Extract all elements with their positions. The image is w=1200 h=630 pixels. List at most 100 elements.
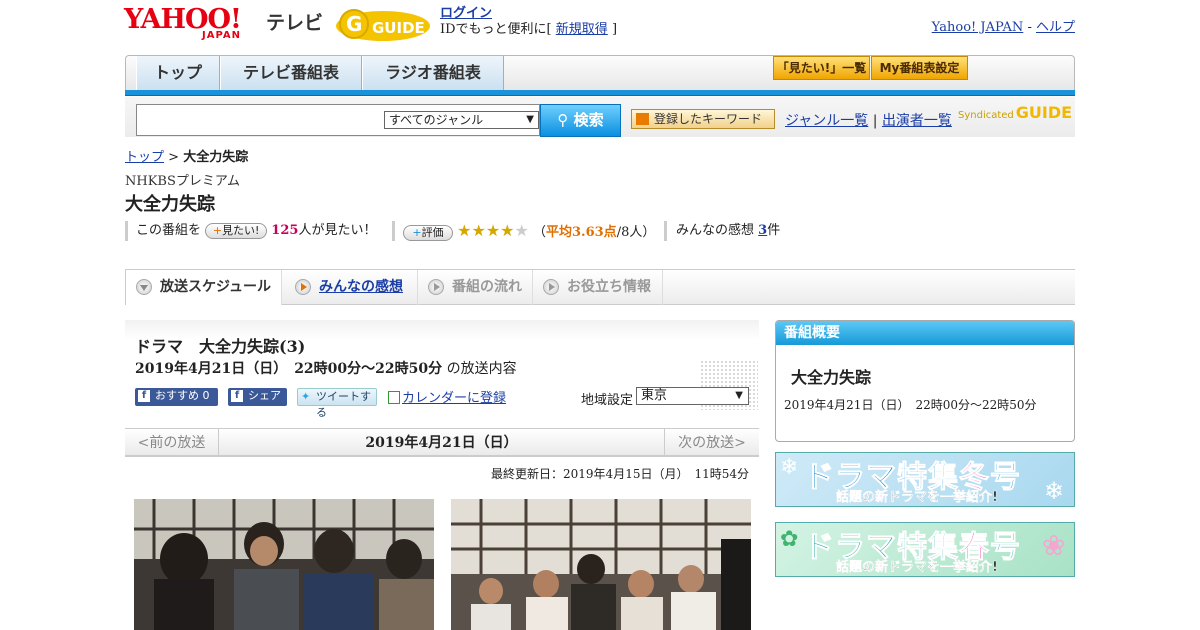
star-icon: ★ bbox=[500, 221, 515, 240]
drama-special-winter-banner[interactable]: ❄ ❄ ドラマ特集冬号 話題の新ドラマを一挙紹介! bbox=[775, 452, 1075, 507]
chevron-down-icon bbox=[636, 113, 649, 125]
tab-schedule-label: 放送スケジュール bbox=[160, 279, 272, 295]
stats-divider bbox=[125, 221, 128, 241]
calendar-register-link[interactable]: カレンダーに登録 bbox=[402, 391, 506, 406]
chevron-down-icon: ▼ bbox=[735, 390, 743, 401]
channel-name: NHKBSプレミアム bbox=[125, 174, 240, 189]
login-link[interactable]: ログイン bbox=[440, 6, 492, 21]
flower-icon: ❀ bbox=[1042, 529, 1066, 562]
registered-keyword-button[interactable]: 登録したキーワード bbox=[631, 109, 775, 129]
region-select[interactable]: 東京 ▼ bbox=[636, 387, 749, 405]
last-updated: 最終更新日：2019年4月15日（月） 11時54分 bbox=[491, 467, 749, 481]
syndicated-gguide-text: GUIDE bbox=[1015, 103, 1073, 122]
svg-text:G: G bbox=[346, 12, 362, 36]
mitai-prefix-text: この番組を bbox=[136, 223, 202, 238]
star-icon: ★ bbox=[485, 221, 501, 240]
japan-logo-text: JAPAN bbox=[202, 30, 241, 41]
leaf-icon: ✿ bbox=[780, 527, 799, 552]
broadcast-day-nav: <前の放送 2019年4月21日（日） 次の放送> bbox=[125, 428, 759, 457]
genre-select[interactable]: すべてのジャンル ▼ bbox=[384, 111, 539, 129]
my-table-settings-button[interactable]: My番組表設定 bbox=[871, 56, 968, 80]
region-selected-value: 東京 bbox=[641, 388, 668, 403]
prev-broadcast-link[interactable]: <前の放送 bbox=[125, 429, 219, 457]
stats-divider bbox=[392, 221, 395, 241]
nav-tab-top[interactable]: トップ bbox=[136, 56, 220, 92]
snowflake-icon: ❄ bbox=[1044, 477, 1065, 505]
login-promo-text: IDでもっと便利に[ bbox=[440, 22, 552, 37]
chevron-down-icon: ▼ bbox=[526, 114, 534, 125]
yahoo-japan-link[interactable]: Yahoo! JAPAN bbox=[932, 20, 1024, 35]
facebook-share-button[interactable]: f シェア bbox=[228, 388, 287, 406]
snowflake-icon: ❄ bbox=[780, 455, 799, 480]
tab-flow: 番組の流れ bbox=[418, 270, 533, 305]
rating-button[interactable]: +評価 bbox=[403, 224, 453, 241]
facebook-recommend-button[interactable]: f おすすめ 0 bbox=[135, 388, 218, 406]
plus-icon: + bbox=[412, 225, 422, 239]
login-block: ログイン IDでもっと便利に[ 新規取得 ] bbox=[440, 6, 617, 38]
genre-list-link[interactable]: ジャンル一覧 bbox=[785, 113, 868, 129]
rating-button-label: 評価 bbox=[421, 225, 444, 239]
mitai-list-button[interactable]: 「見たい!」一覧 bbox=[773, 56, 870, 80]
drama-special-spring-banner[interactable]: ✿ ❀ ドラマ特集春号 話題の新ドラマを一挙紹介! bbox=[775, 522, 1075, 577]
gguide-text: GUIDE bbox=[372, 19, 425, 37]
nav-tab-tv[interactable]: テレビ番組表 bbox=[220, 56, 362, 92]
help-link[interactable]: ヘルプ bbox=[1036, 20, 1075, 35]
search-links-pipe: | bbox=[872, 113, 878, 129]
login-promo-end: ] bbox=[611, 22, 618, 37]
nav-accent-bar bbox=[125, 90, 1075, 96]
breadcrumb-top-link[interactable]: トップ bbox=[125, 150, 164, 165]
top-right-links: Yahoo! JAPAN - ヘルプ bbox=[932, 16, 1075, 35]
program-summary-time: 2019年4月21日（日） 22時00分～22時50分 bbox=[784, 398, 1037, 412]
rating-average: 平均3.63点 bbox=[546, 225, 617, 240]
header-separator: - bbox=[1027, 20, 1032, 35]
episode-title: ドラマ 大全力失踪(3) bbox=[135, 337, 306, 356]
impressions-unit: 件 bbox=[767, 223, 781, 238]
scene-photo bbox=[134, 499, 434, 630]
syndicated-text: Syndicated bbox=[958, 110, 1014, 121]
banner-winter-sub-pre: 話題の bbox=[836, 490, 876, 505]
star-icon: ★ bbox=[471, 221, 486, 240]
impressions-label: みんなの感想 bbox=[676, 223, 755, 238]
rating-people: /8人） bbox=[616, 225, 656, 240]
tab-flow-label: 番組の流れ bbox=[452, 279, 522, 295]
mitai-button-label: 見たい! bbox=[222, 223, 260, 237]
search-links: ジャンル一覧 | 出演者一覧 bbox=[785, 110, 952, 130]
gguide-logo: G GUIDE bbox=[336, 9, 430, 41]
facebook-icon: f bbox=[231, 390, 243, 402]
banner-winter-sub-post: ドラマを一挙紹介! bbox=[888, 490, 998, 505]
banner-winter-sub: 話題の新ドラマを一挙紹介! bbox=[836, 486, 998, 505]
play-icon bbox=[543, 279, 559, 295]
tweet-button[interactable]: ✦ ツイートする bbox=[297, 388, 377, 419]
tab-schedule[interactable]: 放送スケジュール bbox=[125, 270, 282, 305]
search-button-label: 検索 bbox=[573, 111, 604, 129]
mitai-suffix-text: 人が見たい！ bbox=[298, 223, 377, 238]
search-button[interactable]: ⚲ 検索 bbox=[540, 104, 621, 137]
yahoo-tv-logo[interactable]: YAHOO! JAPAN テレビ G GUIDE bbox=[124, 6, 444, 46]
banner-spring-sub-pre: 話題の bbox=[836, 560, 876, 575]
star-icon: ★ bbox=[514, 221, 529, 240]
rating-open-paren: （ bbox=[533, 225, 547, 240]
plus-icon: + bbox=[212, 223, 223, 237]
facebook-recommend-label: おすすめ 0 bbox=[155, 389, 210, 402]
registered-keyword-label: 登録したキーワード bbox=[654, 112, 763, 126]
episode-time-value: 2019年4月21日（日） 22時00分～22時50分 bbox=[135, 361, 443, 377]
nav-tab-radio[interactable]: ラジオ番組表 bbox=[362, 56, 504, 92]
breadcrumb-current: 大全力失踪 bbox=[183, 150, 249, 165]
mitai-button[interactable]: +見たい! bbox=[205, 222, 268, 239]
star-rating: ★★★★★ bbox=[457, 221, 529, 240]
star-icon: ★ bbox=[457, 221, 472, 240]
calendar-register[interactable]: カレンダーに登録 bbox=[388, 387, 506, 406]
register-link[interactable]: 新規取得 bbox=[556, 22, 608, 37]
performer-list-link[interactable]: 出演者一覧 bbox=[882, 113, 952, 129]
next-broadcast-link[interactable]: 次の放送> bbox=[664, 429, 759, 457]
banner-spring-sub-hl: 新 bbox=[875, 560, 889, 575]
impressions-count-link[interactable]: 3 bbox=[758, 223, 767, 238]
episode-time: 2019年4月21日（日） 22時00分～22時50分 の放送内容 bbox=[135, 358, 517, 378]
program-summary-box: 番組概要 大全力失踪 2019年4月21日（日） 22時00分～22時50分 bbox=[775, 320, 1075, 442]
tab-impressions[interactable]: みんなの感想 bbox=[285, 270, 418, 305]
mitai-count: 125 bbox=[271, 223, 299, 238]
broadcast-date: 2019年4月21日（日） bbox=[365, 435, 518, 451]
tv-logo-text: テレビ bbox=[266, 12, 324, 34]
twitter-icon: ✦ bbox=[301, 390, 311, 403]
banner-spring-sub-post: ドラマを一挙紹介! bbox=[888, 560, 998, 575]
